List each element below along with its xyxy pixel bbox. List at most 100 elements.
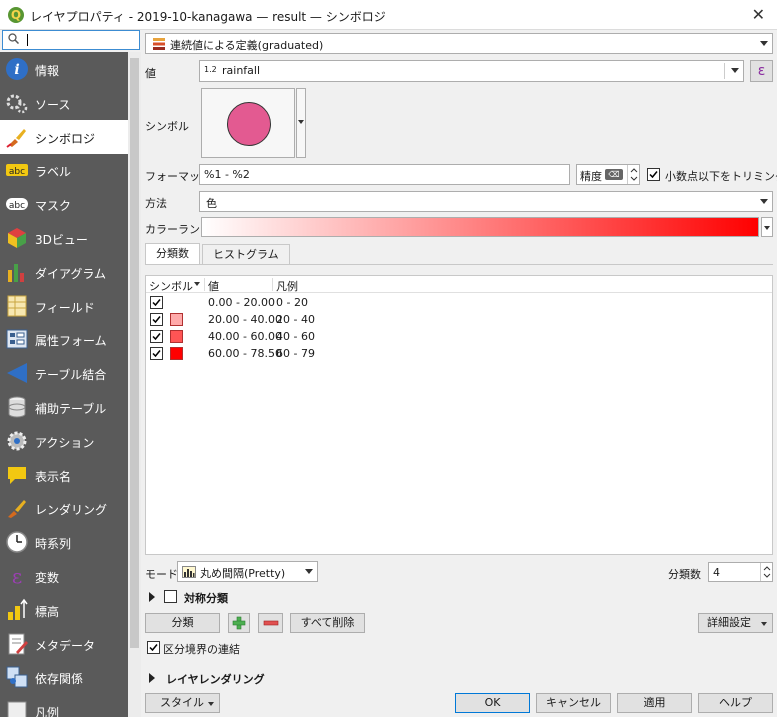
delete-all-button[interactable]: すべて削除	[290, 613, 365, 633]
sidebar-item[interactable]: レンダリング	[0, 491, 128, 525]
sidebar-item[interactable]: テーブル結合	[0, 356, 128, 390]
table-row[interactable]: 60.00 - 78.50 60 - 79	[146, 345, 772, 362]
sidebar-search-input[interactable]	[2, 30, 140, 50]
expand-arrow-icon[interactable]	[149, 673, 155, 683]
color-ramp-menu-button[interactable]	[761, 217, 773, 237]
class-value[interactable]: 40.00 - 60.00	[208, 330, 282, 343]
search-icon	[8, 33, 20, 47]
dependencies-icon	[5, 665, 29, 689]
table-row[interactable]: 20.00 - 40.00 20 - 40	[146, 311, 772, 328]
link-boundaries-checkbox[interactable]	[147, 641, 160, 654]
link-boundaries-label: 区分境界の連結	[163, 643, 240, 656]
expression-button[interactable]: ε	[750, 60, 773, 82]
mode-combo[interactable]: 丸め間隔(Pretty)	[177, 561, 318, 582]
header-value[interactable]: 値	[208, 278, 219, 294]
class-visible-checkbox[interactable]	[150, 330, 163, 343]
class-color-swatch[interactable]	[170, 330, 183, 343]
apply-button[interactable]: 適用	[617, 693, 692, 713]
symbol-menu-button[interactable]	[296, 88, 306, 158]
sidebar-item-label: ラベル	[35, 165, 72, 180]
value-field-combo[interactable]: 1.2 rainfall	[199, 60, 744, 82]
sidebar-scrollbar[interactable]	[128, 52, 141, 717]
expand-arrow-icon[interactable]	[149, 592, 155, 602]
title-bar: Q レイヤプロパティ - 2019-10-kanagawa — result —…	[0, 0, 777, 30]
header-symbol[interactable]: シンボル	[149, 278, 193, 294]
precision-spinbox[interactable]: 精度 ⌫	[576, 164, 640, 185]
sidebar-item-label: アクション	[35, 435, 95, 450]
sidebar-item-label: 依存関係	[35, 672, 84, 687]
sidebar-item[interactable]: ソース	[0, 86, 128, 120]
help-button[interactable]: ヘルプ	[698, 693, 773, 713]
method-combo[interactable]: 色	[199, 191, 773, 212]
tab-histogram[interactable]: ヒストグラム	[202, 244, 290, 264]
classes-count-spinbox[interactable]: 4	[708, 562, 773, 582]
class-legend[interactable]: 0 - 20	[276, 296, 308, 309]
header-legend[interactable]: 凡例	[276, 278, 298, 294]
sidebar-item-label: 時系列	[35, 537, 72, 552]
format-input[interactable]: %1 - %2	[199, 164, 570, 185]
spin-arrows[interactable]	[627, 165, 639, 184]
close-icon[interactable]: ✕	[752, 5, 765, 24]
sidebar-item[interactable]: フィールド	[0, 289, 128, 323]
add-class-button[interactable]	[228, 613, 250, 633]
display-name-icon	[5, 463, 29, 487]
class-legend[interactable]: 40 - 60	[276, 330, 315, 343]
table-row[interactable]: 0.00 - 20.00 0 - 20	[146, 294, 772, 311]
tab-divider	[145, 264, 773, 265]
sidebar-item[interactable]: 時系列	[0, 525, 128, 559]
class-table[interactable]: シンボル 値 凡例 0.00 - 20.00 0 - 20 20.00 - 40.0…	[145, 275, 773, 555]
class-visible-checkbox[interactable]	[150, 347, 163, 360]
histogram-icon	[182, 566, 196, 581]
class-legend[interactable]: 60 - 79	[276, 347, 315, 360]
sidebar-item[interactable]: 3Dビュー	[0, 221, 128, 255]
color-ramp-button[interactable]	[201, 217, 759, 237]
sidebar-item[interactable]: メタデータ	[0, 627, 128, 661]
sidebar-item[interactable]: 表示名	[0, 458, 128, 492]
class-color-swatch[interactable]	[170, 313, 183, 326]
sidebar-item[interactable]: 属性フォーム	[0, 322, 128, 356]
sidebar-item[interactable]: ダイアグラム	[0, 255, 128, 289]
clear-icon[interactable]: ⌫	[605, 169, 623, 180]
spin-arrows[interactable]	[760, 563, 772, 581]
remove-class-button[interactable]	[258, 613, 283, 633]
cancel-button[interactable]: キャンセル	[536, 693, 611, 713]
sidebar-item[interactable]: 補助テーブル	[0, 390, 128, 424]
table-row[interactable]: 40.00 - 60.00 40 - 60	[146, 328, 772, 345]
class-legend[interactable]: 20 - 40	[276, 313, 315, 326]
sidebar-item[interactable]: シンボロジ	[0, 119, 128, 154]
class-visible-checkbox[interactable]	[150, 296, 163, 309]
class-value[interactable]: 60.00 - 78.50	[208, 347, 282, 360]
paintbrush-icon	[5, 125, 29, 149]
symmetric-checkbox[interactable]	[164, 590, 177, 603]
sidebar-item[interactable]: ε 変数	[0, 559, 128, 593]
sidebar-item[interactable]: abc ラベル	[0, 153, 128, 187]
cube-3d-icon	[5, 226, 29, 250]
advanced-button[interactable]: 詳細設定	[698, 613, 773, 633]
style-button[interactable]: スタイル	[145, 693, 220, 713]
class-value[interactable]: 20.00 - 40.00	[208, 313, 282, 326]
minus-icon	[263, 620, 278, 626]
classify-button[interactable]: 分類	[145, 613, 220, 633]
trim-decimals-checkbox[interactable]	[647, 168, 660, 181]
renderer-type-combo[interactable]: 連続値による定義(graduated)	[145, 33, 773, 54]
sidebar-item[interactable]: abc マスク	[0, 187, 128, 221]
class-color-swatch[interactable]	[170, 347, 183, 360]
chevron-down-icon[interactable]	[731, 68, 739, 73]
sidebar-item[interactable]: アクション	[0, 424, 128, 458]
sidebar-item-label: マスク	[35, 199, 72, 214]
sidebar-item[interactable]: 依存関係	[0, 660, 128, 694]
sidebar-item[interactable]: i 情報	[0, 52, 128, 86]
sidebar-item-label: レンダリング	[35, 503, 108, 518]
tab-classes[interactable]: 分類数	[145, 243, 200, 264]
layer-rendering-label[interactable]: レイヤレンダリング	[166, 671, 265, 687]
symbol-preview-button[interactable]	[201, 88, 295, 158]
sidebar-item[interactable]: 凡例	[0, 694, 128, 717]
scrollbar-thumb[interactable]	[130, 58, 139, 648]
sidebar-item-label: 補助テーブル	[35, 402, 107, 416]
class-visible-checkbox[interactable]	[150, 313, 163, 326]
class-color-swatch[interactable]	[170, 296, 183, 309]
class-value[interactable]: 0.00 - 20.00	[208, 296, 275, 309]
ok-button[interactable]: OK	[455, 693, 530, 713]
sidebar-item[interactable]: 標高	[0, 593, 128, 627]
mode-value: 丸め間隔(Pretty)	[200, 567, 286, 580]
